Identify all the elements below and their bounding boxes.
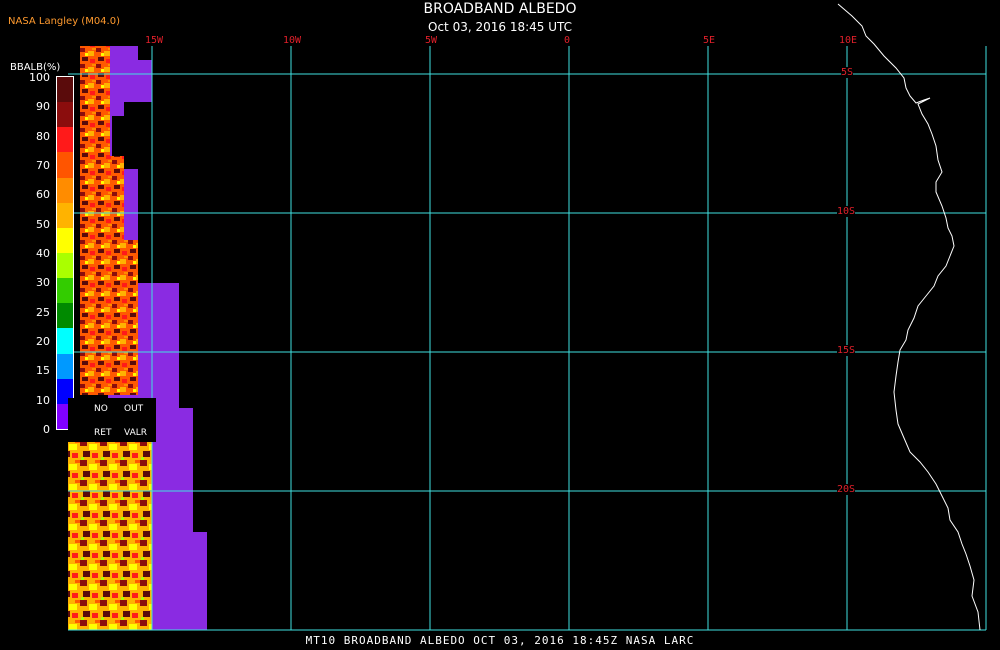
no-retrieval-legend: NO OUT RET VALR <box>68 398 156 442</box>
footer-caption: MT10 BROADBAND ALBEDO OCT 03, 2016 18:45… <box>305 634 695 647</box>
lon-label-5w: 5W <box>425 35 438 46</box>
lon-label-15w: 15W <box>145 35 164 46</box>
colorbar-swatch <box>57 127 73 153</box>
ret-label: RET <box>94 428 112 438</box>
colorbar-swatch <box>57 353 73 380</box>
colorbar-swatch <box>57 77 73 103</box>
colorbar-swatch <box>57 102 73 128</box>
colorbar-tick-label: 50 <box>36 217 50 231</box>
lat-label-20s: 20S <box>837 484 856 495</box>
lat-label-10s: 10S <box>837 206 856 217</box>
colorbar-swatch <box>57 303 73 329</box>
colorbar <box>56 76 74 430</box>
colorbar-tick-label: 100 <box>29 71 50 84</box>
lon-label-0: 0 <box>564 35 571 46</box>
valr-label: VALR <box>124 428 148 438</box>
colorbar-swatch <box>57 328 73 355</box>
lon-label-10w: 10W <box>283 35 302 46</box>
out-label: OUT <box>124 404 144 414</box>
colorbar-swatch <box>57 278 73 304</box>
albedo-map <box>68 3 987 631</box>
colorbar-tick-label: 0 <box>43 423 50 436</box>
lon-label-5e: 5E <box>703 35 716 46</box>
lat-label-15s: 15S <box>837 345 856 356</box>
colorbar-tick-label: 20 <box>36 335 50 348</box>
lat-label-5s: 5S <box>841 67 854 78</box>
colorbar-tick-label: 80 <box>36 129 50 143</box>
colorbar-swatch <box>57 152 73 179</box>
colorbar-swatch <box>57 253 73 279</box>
no-label: NO <box>94 404 108 414</box>
colorbar-tick-label: 90 <box>36 100 50 114</box>
colorbar-swatch <box>57 202 73 229</box>
colorbar-tick-label: 30 <box>36 276 50 290</box>
colorbar-tick-label: 40 <box>36 247 50 260</box>
map-timestamp: Oct 03, 2016 18:45 UTC <box>428 20 572 34</box>
colorbar-tick-label: 15 <box>36 364 50 378</box>
colorbar-tick-label: 70 <box>36 159 50 172</box>
colorbar-swatch <box>57 177 73 204</box>
colorbar-tick-label: 25 <box>36 305 50 319</box>
coastline <box>837 3 981 631</box>
colorbar-tick-label: 60 <box>36 188 50 202</box>
map-title: BROADBAND ALBEDO <box>423 1 577 17</box>
org-label: NASA Langley (M04.0) <box>8 16 120 27</box>
colorbar-tick-label: 10 <box>36 393 50 407</box>
lon-label-10e: 10E <box>839 35 858 46</box>
colorbar-swatch <box>57 227 73 254</box>
